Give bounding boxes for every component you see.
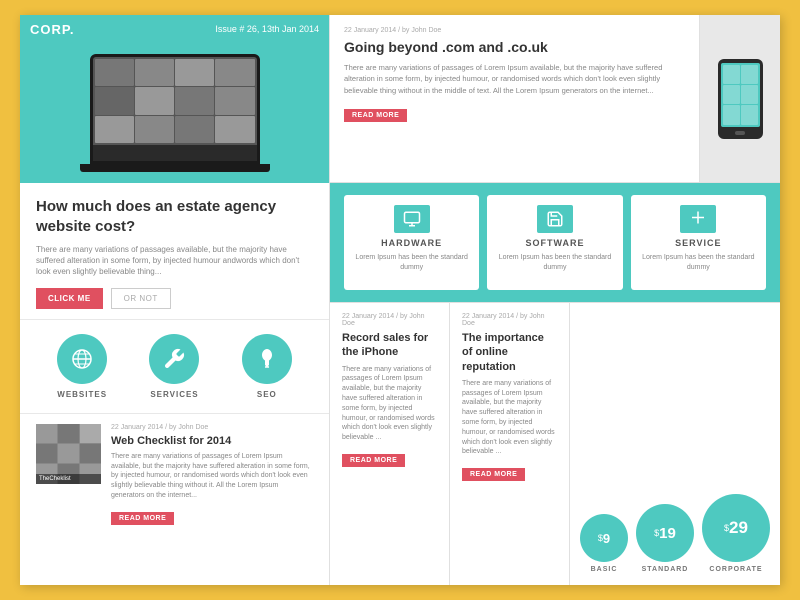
blog-content: 22 January 2014 / by John Doe Web Checkl… <box>111 424 313 525</box>
service-name: SERVICE <box>675 238 721 248</box>
phone-image <box>700 15 780 182</box>
hero-section: How much does an estate agency website c… <box>20 183 329 320</box>
card-software: SOFTWARE Lorem Ipsum has been the standa… <box>487 195 622 290</box>
standard-bubble: $19 <box>636 504 694 562</box>
floppy-icon <box>546 210 564 228</box>
bottom-title-1: The importance of online reputation <box>462 331 557 374</box>
phone-screen <box>721 63 760 127</box>
left-column: CORP. Issue # 26, 13th Jan 2014 How much <box>20 15 330 585</box>
right-bottom: 22 January 2014 / by John Doe Record sal… <box>330 303 780 585</box>
bottom-meta-0: 22 January 2014 / by John Doe <box>342 313 437 327</box>
card-service: SERVICE Lorem Ipsum has been the standar… <box>631 195 766 290</box>
blog-preview: TheCheklist 22 January 2014 / by John Do… <box>20 414 329 535</box>
issue-number: Issue # 26, 13th Jan 2014 <box>215 24 319 34</box>
service-icon <box>680 205 716 233</box>
services-icons: WEBSITES SERVICES <box>36 334 313 399</box>
laptop-screen <box>93 57 257 145</box>
right-column: 22 January 2014 / by John Doe Going beyo… <box>330 15 780 585</box>
corporate-label: CORPORATE <box>709 566 762 573</box>
click-me-button[interactable]: CLICK ME <box>36 288 103 309</box>
article-meta: 22 January 2014 / by John Doe <box>344 27 685 34</box>
article-title-bold: Going beyond <box>344 39 438 55</box>
laptop-frame <box>90 54 260 164</box>
laptop-section <box>20 43 329 183</box>
hero-buttons: CLICK ME OR NOT <box>36 288 313 309</box>
header-bar: CORP. Issue # 26, 13th Jan 2014 <box>20 15 329 43</box>
or-not-button[interactable]: OR NOT <box>111 288 171 309</box>
software-body: Lorem Ipsum has been the standard dummy <box>495 253 614 273</box>
seo-label: SEO <box>257 390 277 399</box>
services-label: SERVICES <box>150 390 198 399</box>
pricing-section: $9 BASIC $19 STANDARD $29 <box>570 303 780 585</box>
article-read-more[interactable]: READ MORE <box>344 109 407 122</box>
laptop-base <box>80 164 270 172</box>
article-top: 22 January 2014 / by John Doe Going beyo… <box>330 15 780 183</box>
wrench-icon <box>162 347 186 371</box>
corporate-bubble: $29 <box>702 494 770 562</box>
cards-section: HARDWARE Lorem Ipsum has been the standa… <box>330 183 780 303</box>
service-item-websites: WEBSITES <box>57 334 107 399</box>
rocket-icon <box>255 347 279 371</box>
bottom-read-more-1[interactable]: READ MORE <box>462 468 525 481</box>
service-item-seo: SEO <box>242 334 292 399</box>
globe-icon <box>70 347 94 371</box>
services-section: WEBSITES SERVICES <box>20 320 329 414</box>
pricing-circles: $9 BASIC $19 STANDARD $29 <box>580 494 770 573</box>
blog-read-more[interactable]: READ MORE <box>111 512 174 525</box>
price-basic: $9 BASIC <box>580 514 628 573</box>
websites-circle <box>57 334 107 384</box>
bottom-article-1: 22 January 2014 / by John Doe The import… <box>450 303 569 585</box>
basic-label: BASIC <box>591 566 618 573</box>
bottom-articles: 22 January 2014 / by John Doe Record sal… <box>330 303 570 585</box>
hero-title: How much does an estate agency website c… <box>36 197 313 236</box>
main-article: 22 January 2014 / by John Doe Going beyo… <box>330 15 700 182</box>
services-circle <box>149 334 199 384</box>
blog-thumbnail: TheCheklist <box>36 424 101 484</box>
hardware-icon <box>394 205 430 233</box>
hero-title-normal: How much <box>36 198 112 215</box>
bottom-body-0: There are many variations of passages of… <box>342 365 437 443</box>
software-icon <box>537 205 573 233</box>
hardware-name: HARDWARE <box>381 238 442 248</box>
phone-home-button <box>735 131 745 135</box>
cross-icon <box>689 210 707 228</box>
magazine-layout: CORP. Issue # 26, 13th Jan 2014 How much <box>20 15 780 585</box>
bottom-article-0: 22 January 2014 / by John Doe Record sal… <box>330 303 450 585</box>
blog-body: There are many variations of passages of… <box>111 452 313 501</box>
article-body: There are many variations of passages of… <box>344 62 685 96</box>
bottom-read-more-0[interactable]: READ MORE <box>342 454 405 467</box>
bottom-meta-1: 22 January 2014 / by John Doe <box>462 313 557 327</box>
logo: CORP. <box>30 22 75 37</box>
blog-title: Web Checklist for 2014 <box>111 434 313 448</box>
bottom-title-0: Record sales for the iPhone <box>342 331 437 360</box>
article-title: Going beyond .com and .co.uk <box>344 38 685 56</box>
standard-label: STANDARD <box>642 566 689 573</box>
service-body: Lorem Ipsum has been the standard dummy <box>639 253 758 273</box>
basic-bubble: $9 <box>580 514 628 562</box>
monitor-icon <box>403 210 421 228</box>
software-name: SOFTWARE <box>525 238 584 248</box>
websites-label: WEBSITES <box>57 390 107 399</box>
seo-circle <box>242 334 292 384</box>
phone-shape <box>718 59 763 139</box>
card-hardware: HARDWARE Lorem Ipsum has been the standa… <box>344 195 479 290</box>
thumb-label: TheCheklist <box>36 474 101 484</box>
bottom-body-1: There are many variations of passages of… <box>462 379 557 457</box>
blog-meta: 22 January 2014 / by John Doe <box>111 424 313 431</box>
price-corporate: $29 CORPORATE <box>702 494 770 573</box>
hardware-body: Lorem Ipsum has been the standard dummy <box>352 253 471 273</box>
hero-body: There are many variations of passages av… <box>36 244 313 278</box>
price-standard: $19 STANDARD <box>636 504 694 573</box>
article-title-suffix: .com and .co.uk <box>442 39 548 55</box>
service-item-services: SERVICES <box>149 334 199 399</box>
